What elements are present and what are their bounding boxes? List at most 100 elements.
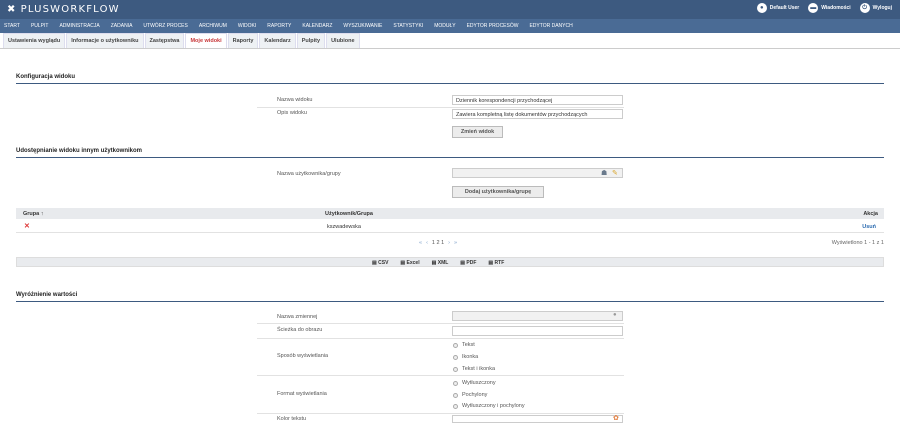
logout-link[interactable]: ⏻ Wyloguj	[859, 3, 892, 13]
table-row: ✕ kszwadewska Usuń	[16, 222, 884, 232]
tab-ulubione[interactable]: Ulubione	[326, 33, 360, 48]
view-desc-label: Opis widoku	[277, 110, 307, 116]
tab-zastepstwa[interactable]: Zastępstwa	[144, 33, 185, 48]
radio-tekst-ikonka[interactable]: Tekst i ikonka	[453, 366, 495, 372]
logout-label: Wyloguj	[872, 5, 892, 11]
tab-pulpity[interactable]: Pulpity	[296, 33, 326, 48]
remove-link[interactable]: Usuń	[862, 224, 876, 230]
menu-utworz-proces[interactable]: UTWÓRZ PROCES	[143, 23, 187, 29]
brand-name: PLUSWORKFLOW	[20, 4, 120, 15]
menu-pulpit[interactable]: PULPIT	[31, 23, 49, 29]
radio-ikonka[interactable]: Ikonka	[453, 354, 478, 360]
radio-pochylony-label: Pochylony	[462, 392, 488, 398]
color-picker-icon[interactable]: ✿	[613, 414, 619, 422]
menu-moduly[interactable]: MODUŁY	[434, 23, 455, 29]
menu-zadania[interactable]: ZADANIA	[111, 23, 133, 29]
col-user[interactable]: Użytkownik/Grupa	[325, 211, 373, 217]
export-pdf[interactable]: ▤ PDF	[460, 260, 476, 266]
col-action: Akcja	[863, 211, 878, 217]
brand-logo[interactable]: ✖ PLUSWORKFLOW	[7, 4, 120, 15]
row-user: kszwadewska	[327, 224, 361, 230]
user-icon: ●	[756, 3, 767, 13]
menu-statystyki[interactable]: STATYSTYKI	[393, 23, 423, 29]
user-group-label: Nazwa użytkownika/grupy	[277, 171, 341, 177]
divider	[16, 232, 884, 233]
divider	[257, 107, 624, 108]
view-name-input[interactable]: Dziennik korespondencji przychodzącej	[452, 95, 623, 105]
menu-edytor-procesow[interactable]: EDYTOR PROCESÓW	[467, 23, 519, 29]
format-label: Format wyświetlania	[277, 391, 327, 397]
export-rtf[interactable]: ▤ RTF	[488, 260, 504, 266]
prev-page-icon[interactable]: ‹	[426, 240, 428, 246]
col-group[interactable]: Grupa ↑	[23, 211, 43, 217]
export-xml-label: XML	[437, 260, 449, 266]
user-pick-icon[interactable]: ☗	[601, 169, 607, 177]
menu-start[interactable]: START	[4, 23, 20, 29]
radio-wytluszczony-pochylony-label: Wytłuszczony i pochylony	[462, 403, 525, 409]
divider	[257, 338, 624, 339]
messages-label: Wiadomości	[821, 5, 851, 11]
export-csv-label: CSV	[378, 260, 389, 266]
divider	[257, 323, 624, 324]
messages-link[interactable]: ▬ Wiadomości	[808, 3, 851, 13]
radio-pochylony[interactable]: Pochylony	[453, 392, 487, 398]
image-path-label: Ścieżka do obrazu	[277, 327, 323, 333]
menu-edytor-danych[interactable]: EDYTOR DANYCH	[529, 23, 572, 29]
tab-moje-widoki[interactable]: Moje widoki	[185, 33, 227, 48]
view-desc-input[interactable]: Zawiera kompletną listę dokumentów przyc…	[452, 109, 623, 119]
settings-tabs: Ustawienia wyglądu Informacje o użytkown…	[0, 33, 900, 49]
divider	[257, 413, 624, 414]
add-user-group-button[interactable]: Dodaj użytkownika/grupę	[452, 186, 544, 198]
power-icon: ⏻	[859, 3, 870, 13]
export-csv[interactable]: ▤ CSV	[372, 260, 388, 266]
radio-ikonka-label: Ikonka	[462, 354, 479, 360]
main-menu: START PULPIT ADMINISTRACJA ZADANIA UTWÓR…	[0, 19, 900, 33]
view-name-label: Nazwa widoku	[277, 97, 313, 103]
select-variable-icon[interactable]: ●	[613, 312, 617, 318]
display-mode-label: Sposób wyświetlania	[277, 353, 329, 359]
menu-raporty[interactable]: RAPORTY	[267, 23, 291, 29]
menu-kalendarz[interactable]: KALENDARZ	[302, 23, 332, 29]
section-config-title: Konfiguracja widoku	[16, 74, 884, 84]
radio-tekst-label: Tekst	[462, 342, 475, 348]
user-menu[interactable]: ● Default User	[756, 3, 800, 13]
first-page-icon[interactable]: «	[419, 240, 422, 246]
export-rtf-label: RTF	[494, 260, 505, 266]
table-header: Grupa ↑ Użytkownik/Grupa Akcja	[16, 208, 884, 219]
radio-wytluszczony[interactable]: Wytłuszczony	[453, 380, 496, 386]
logo-icon: ✖	[7, 4, 17, 15]
menu-administracja[interactable]: ADMINISTRACJA	[59, 23, 99, 29]
export-pdf-label: PDF	[466, 260, 477, 266]
radio-wytluszczony-label: Wytłuszczony	[462, 380, 496, 386]
menu-archiwum[interactable]: ARCHIWUM	[199, 23, 227, 29]
delete-icon[interactable]: ✕	[24, 222, 30, 230]
group-pick-icon[interactable]: ✎	[612, 169, 618, 177]
last-page-icon[interactable]: »	[454, 240, 457, 246]
divider	[257, 375, 624, 376]
image-path-input[interactable]	[452, 326, 623, 336]
user-name: Default User	[769, 5, 800, 11]
tab-kalendarz[interactable]: Kalendarz	[259, 33, 296, 48]
section-highlight-title: Wyróżnienie wartości	[16, 292, 884, 302]
text-color-label: Kolor tekstu	[277, 416, 307, 422]
menu-wyszukiwanie[interactable]: WYSZUKIWANIE	[343, 23, 382, 29]
user-group-input[interactable]	[452, 168, 623, 178]
variable-name-label: Nazwa zmiennej	[277, 314, 318, 320]
export-xml[interactable]: ▤ XML	[432, 260, 449, 266]
radio-wytluszczony-pochylony[interactable]: Wytłuszczony i pochylony	[453, 403, 525, 409]
results-summary: Wyświetlono 1 - 1 z 1	[831, 240, 884, 246]
tab-ustawienia-wygladu[interactable]: Ustawienia wyglądu	[3, 33, 66, 48]
menu-widoki[interactable]: WIDOKI	[238, 23, 256, 29]
export-excel-label: Excel	[406, 260, 420, 266]
page-numbers[interactable]: 1 2 1	[432, 240, 444, 246]
text-color-input[interactable]	[452, 415, 623, 423]
tab-informacje[interactable]: Informacje o użytkowniku	[66, 33, 144, 48]
top-bar: ✖ PLUSWORKFLOW ● Default User ▬ Wiadomości …	[0, 0, 900, 19]
message-icon: ▬	[808, 3, 819, 13]
change-view-button[interactable]: Zmień widok	[452, 126, 503, 138]
radio-tekst[interactable]: Tekst	[453, 342, 475, 348]
export-excel[interactable]: ▤ Excel	[400, 260, 419, 266]
variable-name-input[interactable]	[452, 311, 623, 321]
next-page-icon[interactable]: ›	[448, 240, 450, 246]
tab-raporty[interactable]: Raporty	[227, 33, 259, 48]
